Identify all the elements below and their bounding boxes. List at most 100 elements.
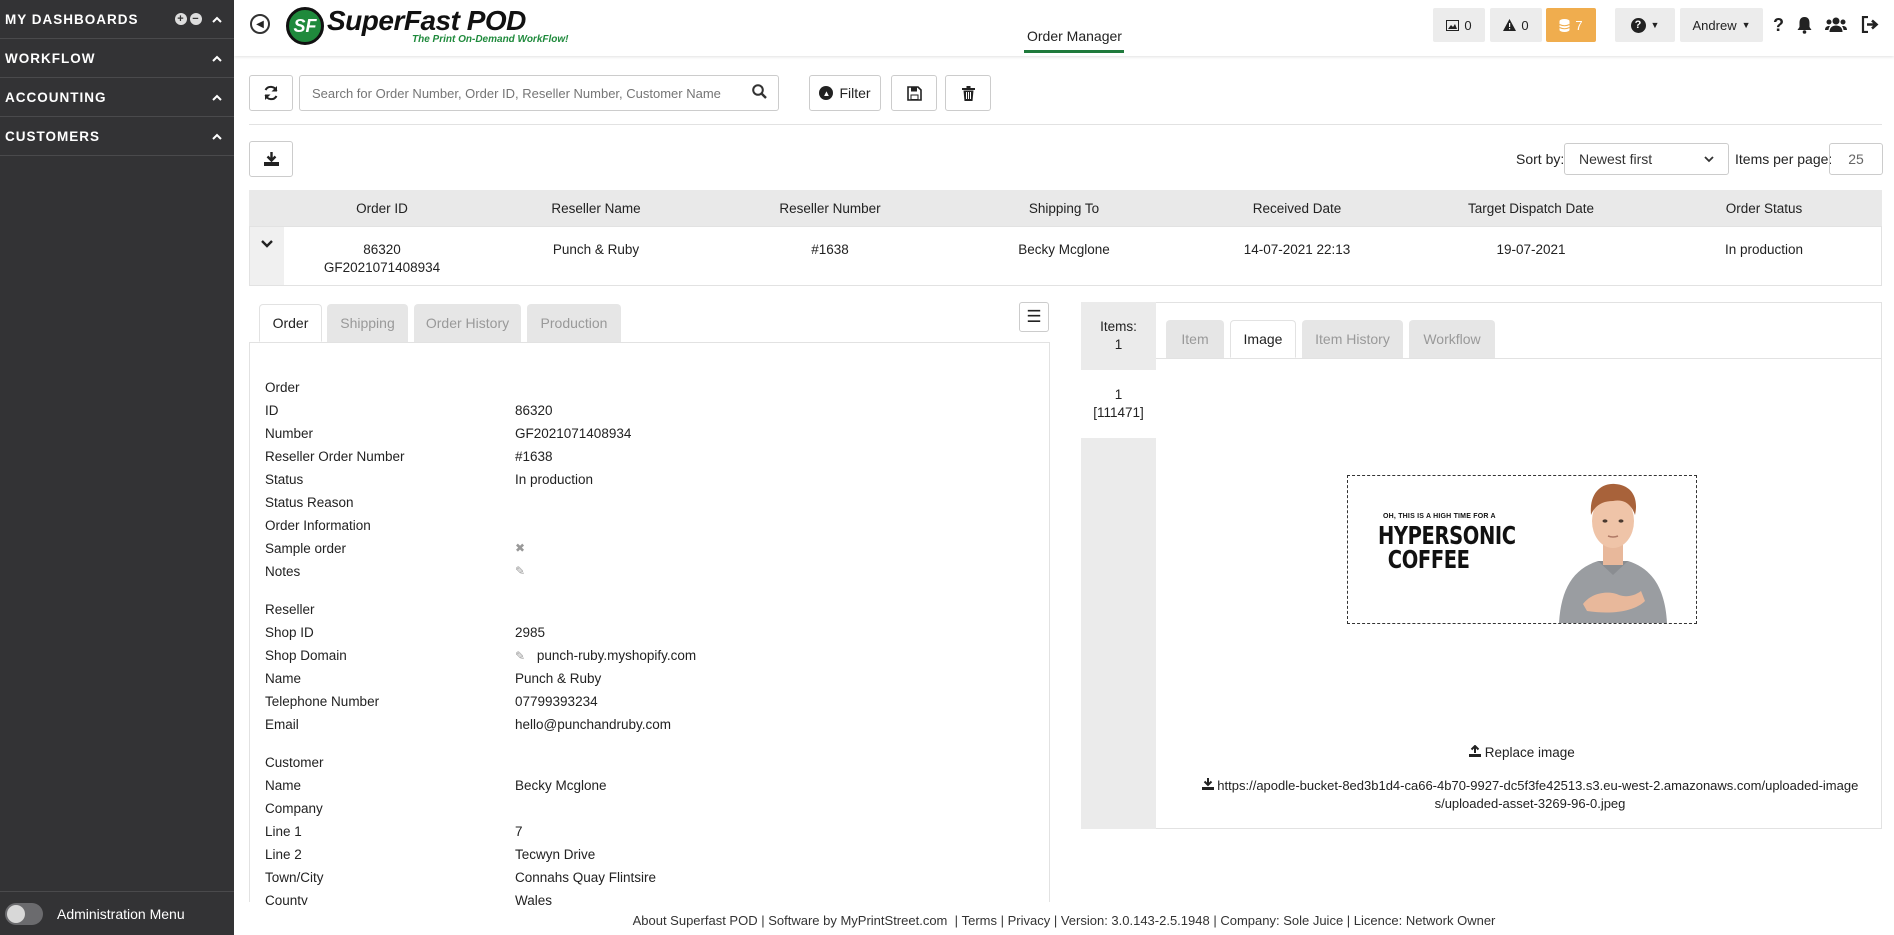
tab-shipping[interactable]: Shipping (327, 304, 408, 342)
help-circle-icon: ? (1630, 17, 1646, 33)
users-icon[interactable] (1825, 16, 1847, 33)
field-label: ID (265, 403, 279, 418)
database-icon (1559, 18, 1571, 32)
sort-label: Sort by: (1516, 151, 1565, 167)
delete-button[interactable] (945, 75, 991, 111)
image-download-link[interactable]: https://apodle-bucket-8ed3b1d4-ca66-4b70… (1200, 777, 1860, 813)
footer: About Superfast POD | Software by MyPrin… (234, 905, 1894, 935)
refresh-button[interactable] (249, 75, 293, 111)
bell-icon[interactable] (1796, 16, 1813, 34)
tab-order-history[interactable]: Order History (414, 304, 521, 342)
footer-terms-link[interactable]: Terms (962, 913, 997, 928)
design-line-2: COFFEE (1387, 545, 1470, 574)
field-value: #1638 (515, 449, 553, 464)
field-label: Company (265, 801, 323, 816)
row-expand-toggle[interactable] (250, 227, 284, 285)
sidebar-item-customers[interactable]: CUSTOMERS (0, 117, 234, 156)
order-details-panel (249, 342, 1050, 902)
items-per-page-label: Items per page: (1735, 151, 1833, 167)
back-icon[interactable]: ◀ (250, 14, 270, 34)
admin-menu-toggle[interactable] (5, 902, 43, 925)
items-count-value: 1 (1114, 337, 1123, 352)
footer-about-link[interactable]: About Superfast POD (633, 913, 758, 928)
sort-select[interactable]: Newest first (1564, 143, 1729, 175)
filter-button[interactable]: ▲ Filter (809, 75, 881, 111)
column-header[interactable]: Shipping To (1029, 201, 1099, 216)
warnings-button[interactable]: 0 (1490, 8, 1542, 42)
sort-selected-value: Newest first (1579, 151, 1653, 167)
column-header[interactable]: Order Status (1726, 201, 1803, 216)
table-row[interactable]: 86320 GF2021071408934 Punch & Ruby #1638… (249, 226, 1882, 286)
caret-down-icon: ▼ (1650, 20, 1660, 30)
user-dropdown[interactable]: Andrew ▼ (1680, 8, 1763, 42)
field-value: 2985 (515, 625, 546, 640)
export-button[interactable] (249, 141, 293, 177)
tab-order[interactable]: Order (259, 304, 322, 342)
shop-domain-field: ✎ punch-ruby.myshopify.com (515, 648, 696, 663)
tab-item-history[interactable]: Item History (1302, 320, 1403, 358)
tab-image[interactable]: Image (1230, 320, 1296, 358)
tab-workflow[interactable]: Workflow (1409, 320, 1495, 358)
field-value: In production (515, 472, 594, 487)
field-value: 07799393234 (515, 694, 598, 709)
field-label: Order Information (265, 518, 371, 533)
items-per-page-input[interactable]: 25 (1829, 143, 1883, 175)
column-header[interactable]: Order ID (356, 201, 408, 216)
field-label: Email (265, 717, 299, 732)
column-header[interactable]: Reseller Number (779, 201, 880, 216)
image-icon (1446, 19, 1460, 31)
sidebar-item-workflow[interactable]: WORKFLOW (0, 39, 234, 78)
chevron-up-icon (212, 16, 222, 23)
page-title: Order Manager (1027, 28, 1122, 44)
hamburger-menu-icon[interactable]: ☰ (1019, 302, 1049, 332)
reseller-name-cell: Punch & Ruby (552, 242, 640, 257)
design-small-text: OH, THIS IS A HIGH TIME FOR A (1383, 513, 1496, 520)
field-value: hello@punchandruby.com (515, 717, 672, 732)
list-item[interactable]: 1 [111471] (1081, 370, 1156, 438)
tab-item[interactable]: Item (1166, 320, 1224, 358)
admin-menu-toggle-row: Administration Menu (0, 891, 234, 935)
items-count-label: Items: (1100, 319, 1137, 334)
refresh-icon (264, 85, 278, 101)
order-search-input[interactable] (299, 75, 779, 111)
order-status-cell: In production (1724, 242, 1804, 257)
image-url: https://apodle-bucket-8ed3b1d4-ca66-4b70… (1217, 778, 1859, 811)
logout-icon[interactable] (1861, 16, 1880, 33)
column-header[interactable]: Target Dispatch Date (1468, 201, 1594, 216)
column-header[interactable]: Reseller Name (551, 201, 640, 216)
sidebar-item-my-dashboards[interactable]: MY DASHBOARDS + − (0, 0, 234, 39)
footer-software-link[interactable]: Software by MyPrintStreet.com (768, 913, 947, 928)
tab-production[interactable]: Production (527, 304, 621, 342)
close-icon: ✖ (515, 541, 526, 555)
help-dropdown[interactable]: ? ▼ (1615, 8, 1675, 42)
images-button[interactable]: 0 (1433, 8, 1485, 42)
search-icon[interactable] (752, 84, 767, 99)
field-value: 86320 (515, 403, 553, 418)
field-label: Status Reason (265, 495, 354, 510)
question-icon[interactable]: ? (1773, 15, 1784, 36)
edit-notes-icon[interactable]: ✎ (515, 564, 525, 578)
sidebar-item-label: MY DASHBOARDS (5, 11, 139, 27)
replace-image-button[interactable]: Replace image (1469, 744, 1575, 760)
download-icon (263, 152, 279, 166)
logo-title: SuperFast POD (327, 5, 526, 36)
field-value: 7 (515, 824, 523, 839)
sidebar-item-accounting[interactable]: ACCOUNTING (0, 78, 234, 117)
logo-tagline: The Print On-Demand WorkFlow! (412, 34, 569, 45)
save-button[interactable] (891, 75, 937, 111)
sidebar-item-label: WORKFLOW (5, 50, 96, 66)
queue-button[interactable]: 7 (1546, 8, 1596, 42)
dispatch-date-cell: 19-07-2021 (1496, 242, 1566, 257)
remove-dashboard-icon[interactable]: − (190, 13, 202, 25)
edit-domain-icon[interactable]: ✎ (515, 649, 525, 663)
column-header[interactable]: Received Date (1253, 201, 1342, 216)
order-id: 86320 (363, 242, 401, 257)
logo[interactable]: SF SuperFast POD The Print On-Demand Wor… (286, 7, 568, 45)
footer-privacy-link[interactable]: Privacy (1008, 913, 1051, 928)
add-dashboard-icon[interactable]: + (175, 13, 187, 25)
sidebar-item-label: CUSTOMERS (5, 128, 101, 144)
item-id: [111471] (1093, 405, 1144, 420)
toolbar-divider (249, 124, 1882, 125)
shipping-to-cell: Becky Mcglone (1018, 242, 1110, 257)
floppy-disk-icon (906, 85, 922, 101)
